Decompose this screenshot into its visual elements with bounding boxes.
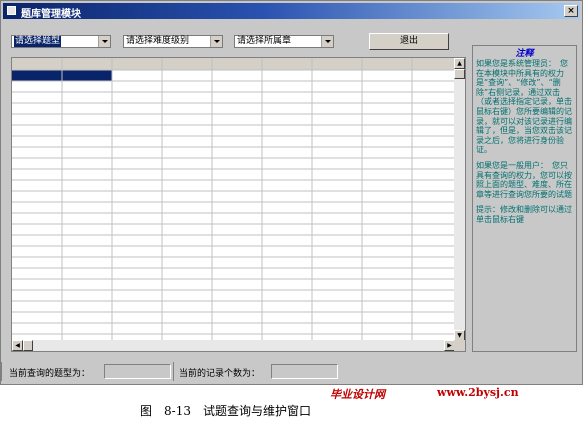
question-type-select[interactable]: 请选择题型 (11, 35, 111, 48)
chapter-value: 请选择所属章 (237, 36, 292, 46)
watermark-site-name: 毕业设计网 (330, 388, 385, 401)
records-grid[interactable]: ▲ ▼ ◀ ▶ (11, 57, 466, 352)
difficulty-value: 请选择难度级别 (126, 36, 190, 46)
status-count-label: 当前的记录个数为： (179, 369, 261, 379)
window-title: 题库管理模块 (21, 9, 81, 20)
help-paragraph-tip: 提示：修改和删除可以通过单击鼠标右键 (476, 205, 572, 224)
chevron-down-icon[interactable] (210, 36, 222, 47)
vertical-scroll-thumb[interactable] (454, 69, 465, 79)
status-divider (1, 362, 2, 381)
chapter-select[interactable]: 请选择所属章 (234, 35, 334, 48)
question-type-value: 请选择题型 (14, 36, 62, 47)
help-body: 如果您是系统管理员： 您在本模块中所具有的权力是“查询”、“修改”、“删除”右侧… (476, 59, 574, 231)
exit-button[interactable]: 退出 (369, 33, 449, 50)
status-type-value (104, 364, 171, 379)
scroll-up-icon[interactable]: ▲ (454, 58, 465, 69)
chevron-down-icon[interactable] (98, 36, 110, 47)
horizontal-scrollbar[interactable]: ◀ ▶ (12, 340, 455, 351)
grid-lines (12, 58, 455, 341)
difficulty-select[interactable]: 请选择难度级别 (123, 35, 223, 48)
help-panel: 注释 如果您是系统管理员： 您在本模块中所具有的权力是“查询”、“修改”、“删除… (472, 45, 577, 352)
scroll-corner (454, 340, 465, 351)
scroll-left-icon[interactable]: ◀ (12, 340, 23, 351)
vertical-scrollbar[interactable]: ▲ ▼ (454, 58, 465, 341)
horizontal-scroll-thumb[interactable] (23, 340, 33, 351)
title-bar[interactable]: 题库管理模块 × (3, 3, 580, 20)
help-paragraph-admin: 如果您是系统管理员： 您在本模块中所具有的权力是“查询”、“修改”、“删除”右侧… (476, 59, 572, 155)
help-paragraph-user: 如果您是一般用户： 您只具有查询的权力，您可以按照上面的题型、难度、所在章等进行… (476, 160, 572, 199)
help-title: 注释 (515, 49, 534, 59)
app-icon (7, 6, 16, 15)
figure-caption: 图 8-13 试题查询与维护窗口 (140, 404, 311, 418)
status-divider (173, 362, 174, 381)
status-count-value (271, 364, 338, 379)
watermark-url: www.2bysj.cn (437, 386, 519, 399)
app-window: 题库管理模块 × 请选择题型 请选择难度级别 请选择所属章 退出 ▲ ▼ ◀ ▶ (0, 0, 583, 385)
close-button[interactable]: × (564, 5, 578, 17)
status-type-label: 当前查询的题型为： (9, 369, 91, 379)
chevron-down-icon[interactable] (321, 36, 333, 47)
